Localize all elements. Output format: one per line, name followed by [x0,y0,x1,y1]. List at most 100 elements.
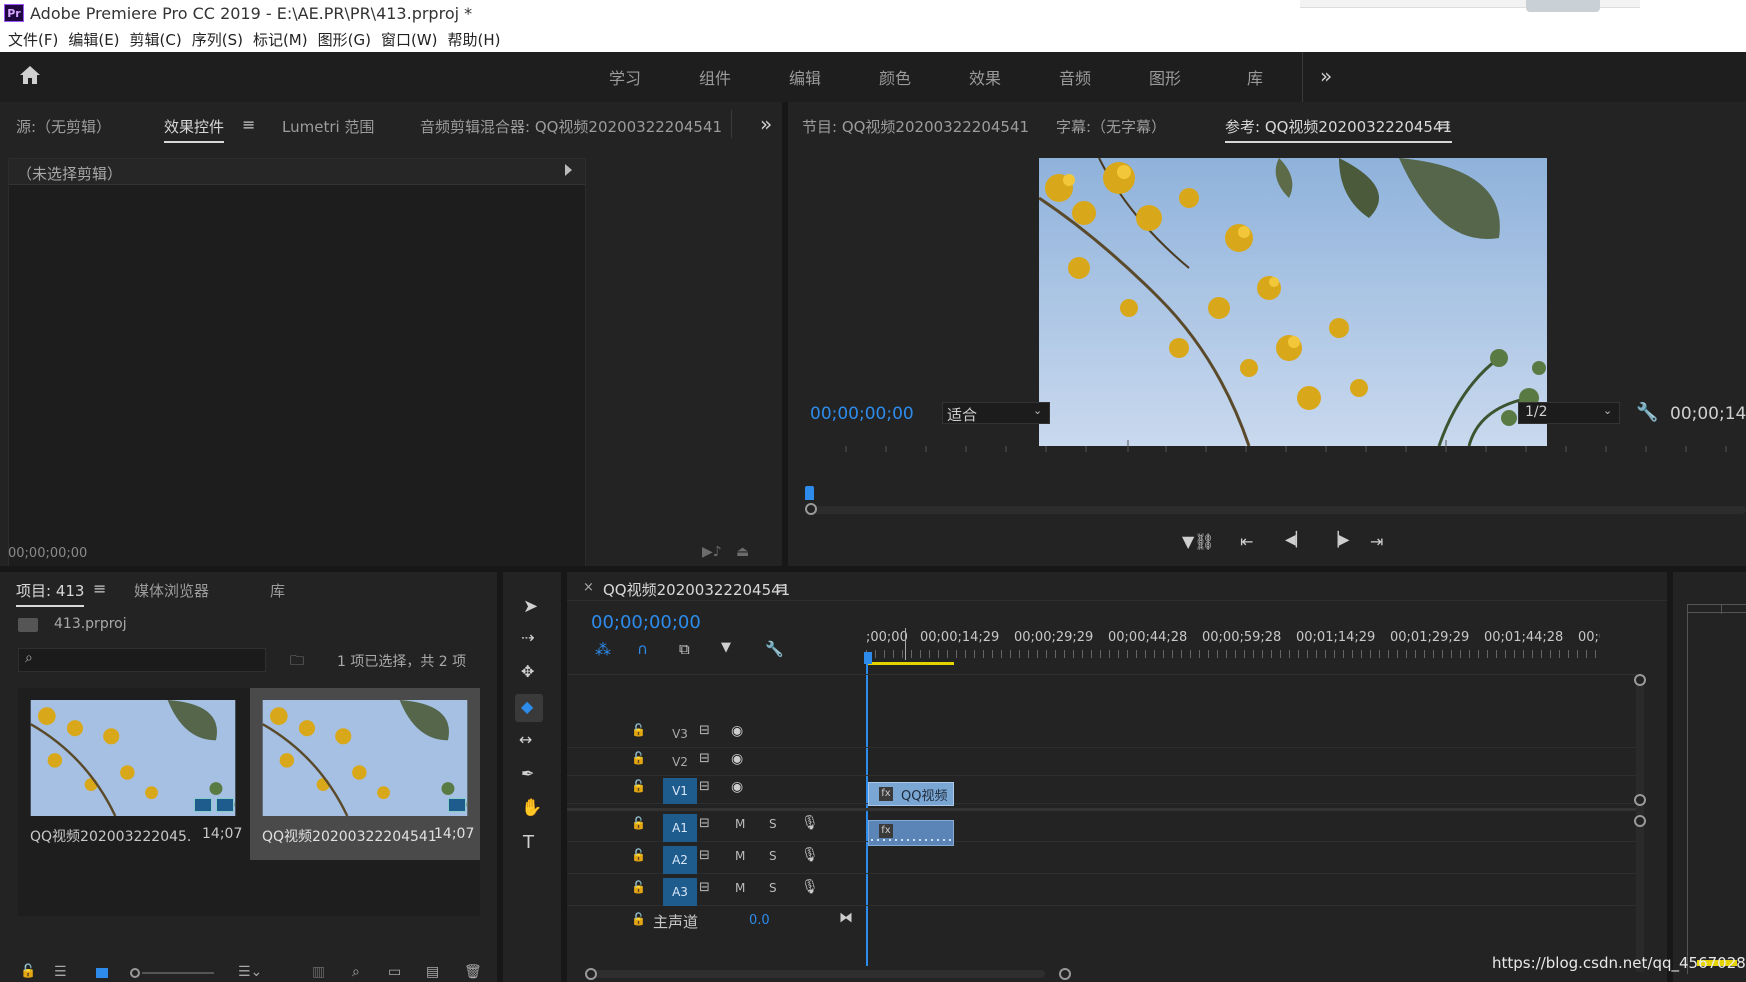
new-bin-icon[interactable]: ▭ [388,964,401,980]
track-label[interactable]: V3 [663,722,697,746]
close-tab-icon[interactable]: × [583,580,594,595]
hand-tool-icon[interactable]: ✋ [521,798,542,818]
project-menu-icon[interactable]: ≡ [93,579,106,598]
reference-menu-icon[interactable]: ≡ [1438,115,1451,134]
add-marker-icon[interactable]: ▼ [721,640,731,655]
timeline-ruler[interactable]: ;00;00 00;00;14;29 00;00;29;29 00;00;44;… [866,624,1601,665]
tab-program[interactable]: 节目: QQ视频20200322204541 [802,116,1029,137]
sequence-menu-icon[interactable]: ≡ [775,578,788,597]
menu-edit[interactable]: 编辑(E) [68,29,119,50]
scroll-handle-top[interactable] [1634,674,1646,686]
sync-lock-icon[interactable]: ⊟ [699,816,710,831]
lock-icon[interactable]: 🔓 [631,880,646,894]
menu-sequence[interactable]: 序列(S) [192,29,243,50]
workspace-libraries[interactable]: 库 [1210,65,1300,89]
track-select-tool-icon[interactable]: ⇢ [521,628,534,647]
sync-lock-icon[interactable]: ⊟ [699,848,710,863]
tab-source[interactable]: 源:（无剪辑） [16,116,111,137]
mute-button[interactable]: M [735,817,745,831]
sequence-tab[interactable]: QQ视频20200322204541 [603,579,790,600]
linked-selection-icon[interactable]: ⧉ [679,640,690,658]
sort-icon[interactable]: ☰⌄ [238,964,262,980]
menu-marker[interactable]: 标记(M) [253,29,308,50]
lock-icon[interactable]: 🔓 [631,912,646,926]
audio-clip[interactable]: fx [868,820,954,846]
tab-project[interactable]: 项目: 413 [16,580,85,607]
menu-graphics[interactable]: 图形(G) [318,29,371,50]
pen-tool-icon[interactable]: ✒ [521,764,534,783]
workspace-color[interactable]: 颜色 [850,65,940,89]
timeline-settings-icon[interactable]: 🔧 [765,640,784,658]
slip-tool-icon[interactable]: ↔ [519,730,532,749]
fit-dropdown[interactable]: 适合 ⌄ [942,402,1050,424]
menu-help[interactable]: 帮助(H) [447,29,500,50]
zoom-slider-handle[interactable] [130,968,140,978]
icon-view-icon[interactable] [96,968,108,978]
microphone-icon[interactable]: 🎙 [801,815,819,831]
horizontal-scrollbar[interactable] [585,970,1045,978]
vertical-scrollbar[interactable] [1636,682,1644,972]
track-target-v1[interactable]: V1 [663,778,697,804]
program-playhead[interactable] [805,486,814,500]
program-timecode[interactable]: 00;00;00;00 [810,404,914,424]
program-time-ruler[interactable] [806,438,1746,454]
eye-icon[interactable]: ◉ [731,779,743,795]
filter-audio-icon[interactable]: ▶♪ [702,544,722,560]
tab-effect-controls[interactable]: 效果控件 [164,116,225,143]
type-tool-icon[interactable]: T [523,832,534,853]
razor-tool-button[interactable]: ◆ [515,694,543,722]
panel-more-icon[interactable]: » [760,112,772,136]
workspace-editing[interactable]: 编辑 [760,65,850,89]
scroll-handle-audio[interactable] [1634,815,1646,827]
mute-button[interactable]: M [735,881,745,895]
new-item-icon[interactable]: ▤ [426,964,439,980]
tab-audio-clip-mixer[interactable]: 音频剪辑混合器: QQ视频20200322204541 [420,116,722,137]
work-area-bar[interactable] [866,662,954,665]
lock-icon[interactable]: 🔓 [631,848,646,862]
workspace-audio[interactable]: 音频 [1030,65,1120,89]
track-target-a3[interactable]: A3 [663,878,697,906]
sync-lock-icon[interactable]: ⊟ [699,880,710,895]
export-frame-icon[interactable]: ⏏ [736,544,749,560]
project-item-selected[interactable]: QQ视频20200322204541 14;07 [250,688,480,860]
lock-icon[interactable]: 🔓 [631,751,646,765]
lock-icon[interactable]: 🔓 [20,964,36,979]
h-scroll-handle-right[interactable] [1059,968,1071,980]
project-item[interactable]: QQ视频202003222045... 14;07 [18,688,248,860]
workspace-learn[interactable]: 学习 [580,65,670,89]
solo-button[interactable]: S [769,817,777,831]
item-thumbnail[interactable] [262,700,468,816]
master-expand-icon[interactable]: ⧓ [839,910,853,926]
project-search-input[interactable]: ⌕ [18,648,266,672]
tab-lumetri-scopes[interactable]: Lumetri 范围 [282,116,374,137]
find-icon[interactable]: ⌕ [352,964,360,980]
nest-toggle-icon[interactable]: ⁂ [595,640,611,659]
sync-lock-icon[interactable]: ⊟ [699,751,710,766]
track-target-a2[interactable]: A2 [663,846,697,874]
workspace-effects[interactable]: 效果 [940,65,1030,89]
item-thumbnail[interactable] [30,700,236,816]
sequence-timecode[interactable]: 00;00;00;00 [591,612,701,633]
workspace-assembly[interactable]: 组件 [670,65,760,89]
lock-icon[interactable]: 🔓 [631,723,646,737]
selection-tool-icon[interactable]: ➤ [523,596,538,617]
panel-menu-icon[interactable]: ≡ [242,115,255,134]
add-marker-icon[interactable]: ▼⛓ [1182,532,1215,551]
menu-file[interactable]: 文件(F) [8,29,58,50]
tab-reference[interactable]: 参考: QQ视频20200322204541 [1225,116,1453,143]
video-clip[interactable]: fx QQ视频 [868,782,954,806]
snap-icon[interactable]: ∩ [637,640,648,658]
ripple-edit-tool-icon[interactable]: ✥ [521,662,534,681]
zoom-scrollbar[interactable] [806,506,1746,514]
trash-icon[interactable]: 🗑 [464,964,482,980]
master-volume[interactable]: 0.0 [749,913,770,928]
solo-button[interactable]: S [769,881,777,895]
automate-icon[interactable]: ▥ [312,964,325,980]
expand-triangle-icon[interactable] [565,164,572,176]
home-icon[interactable] [18,64,44,88]
microphone-icon[interactable]: 🎙 [801,879,819,895]
tab-libraries[interactable]: 库 [270,580,285,601]
lock-icon[interactable]: 🔓 [631,816,646,830]
find-bin-icon[interactable]: 🗀 [290,650,304,674]
h-scroll-handle-left[interactable] [585,968,597,980]
